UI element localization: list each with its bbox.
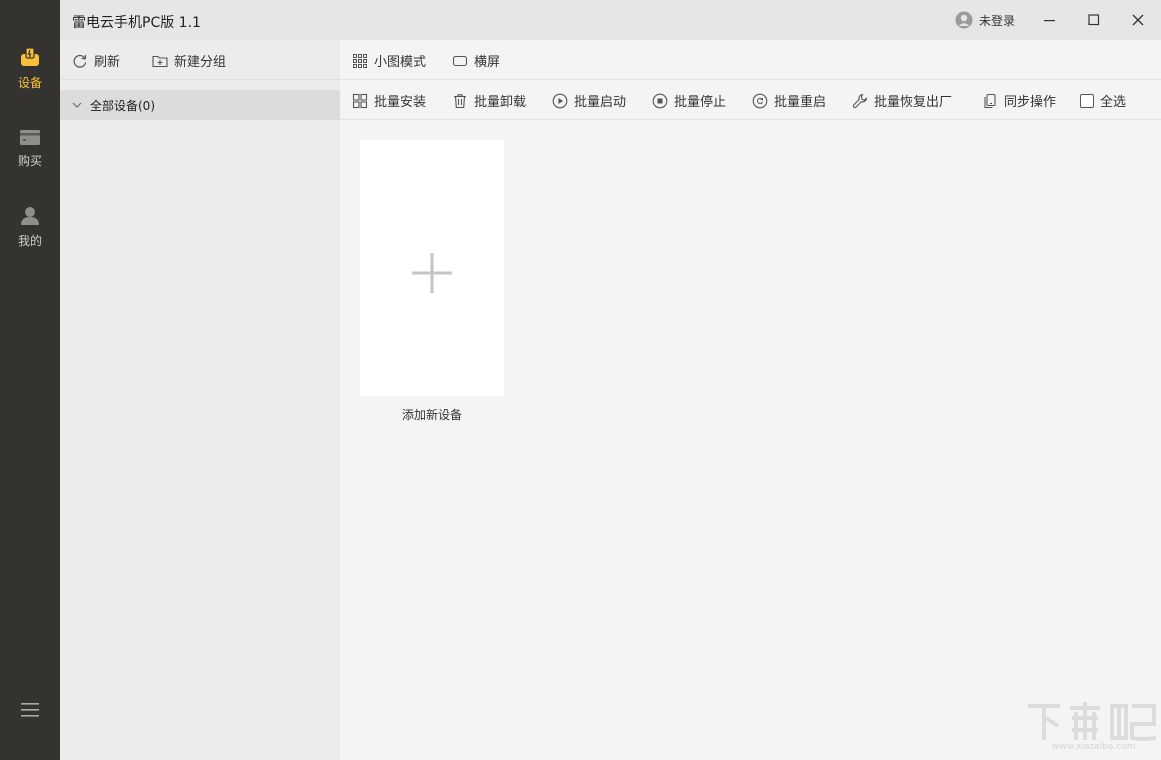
grid-icon [352,53,368,69]
batch-install-label: 批量安装 [374,91,426,110]
maximize-button[interactable] [1079,6,1109,34]
login-button[interactable]: 未登录 [955,10,1015,30]
stop-icon [652,93,668,109]
nav-item-label: 我的 [0,232,60,249]
wrench-icon [852,93,868,109]
batch-uninstall-label: 批量卸载 [474,91,526,110]
checkbox-icon [1080,94,1094,108]
landscape-icon [452,53,468,69]
batch-uninstall-button[interactable]: 批量卸载 [452,91,526,110]
watermark-logo: www.xiazaiba.com [1024,700,1159,756]
app-title: 雷电云手机PC版 1.1 [72,12,201,32]
group-label: 全部设备(0) [90,97,155,114]
nav-item-devices[interactable]: 设备 [0,46,60,102]
batch-reset-button[interactable]: 批量恢复出厂 [852,91,952,110]
batch-action-toolbar: 批量安装 批量卸载 批量启动 批量停止 [340,80,1161,120]
main-area: 小图模式 横屏 批量安装 批 [340,40,1161,760]
sync-devices-icon [982,93,998,109]
maximize-icon [1088,14,1100,26]
nav-item-label: 购买 [0,152,60,169]
small-mode-label: 小图模式 [374,51,426,70]
avatar-icon [955,11,973,29]
batch-stop-label: 批量停止 [674,91,726,110]
group-item-all-devices[interactable]: 全部设备(0) [60,90,340,120]
select-all-label: 全选 [1100,91,1126,110]
chevron-down-icon [72,100,82,110]
watermark-url: www.xiazaiba.com [1052,742,1136,752]
minimize-icon [1044,14,1056,26]
nav-item-purchase[interactable]: 购买 [0,128,60,184]
refresh-icon [72,53,88,69]
group-panel: 刷新 新建分组 全部设备(0) [60,40,340,760]
add-device-card[interactable] [360,140,504,396]
title-bar: 雷电云手机PC版 1.1 未登录 [60,0,1161,40]
small-mode-button[interactable]: 小图模式 [352,51,426,70]
close-button[interactable] [1123,6,1153,34]
sync-operation-label: 同步操作 [1004,91,1056,110]
left-nav-sidebar: 设备 购买 我的 [0,0,60,760]
apps-icon [352,93,368,109]
user-icon [19,206,41,226]
play-icon [552,93,568,109]
batch-reset-label: 批量恢复出厂 [874,91,952,110]
add-device-label: 添加新设备 [360,406,504,423]
minimize-button[interactable] [1035,6,1065,34]
batch-install-button[interactable]: 批量安装 [352,91,426,110]
login-label: 未登录 [979,12,1015,29]
landscape-label: 横屏 [474,51,500,70]
nav-item-mine[interactable]: 我的 [0,206,60,262]
refresh-label: 刷新 [94,51,120,70]
landscape-button[interactable]: 横屏 [452,51,500,70]
group-toolbar: 刷新 新建分组 [60,40,340,80]
sync-operation-button[interactable]: 同步操作 [982,91,1056,110]
select-all-checkbox[interactable]: 全选 [1080,91,1126,110]
plus-icon [411,252,453,294]
new-group-button[interactable]: 新建分组 [152,51,226,70]
refresh-button[interactable]: 刷新 [72,51,120,70]
batch-restart-button[interactable]: 批量重启 [752,91,826,110]
device-icon [19,46,41,68]
nav-item-label: 设备 [0,74,60,91]
batch-start-label: 批量启动 [574,91,626,110]
card-icon [19,128,41,146]
new-group-label: 新建分组 [174,51,226,70]
view-toolbar: 小图模式 横屏 [340,40,1161,80]
restart-icon [752,93,768,109]
batch-restart-label: 批量重启 [774,91,826,110]
menu-icon[interactable] [21,702,39,718]
batch-stop-button[interactable]: 批量停止 [652,91,726,110]
close-icon [1132,14,1144,26]
batch-start-button[interactable]: 批量启动 [552,91,626,110]
trash-icon [452,93,468,109]
new-folder-icon [152,53,168,69]
watermark-logo-mark [1024,700,1159,744]
